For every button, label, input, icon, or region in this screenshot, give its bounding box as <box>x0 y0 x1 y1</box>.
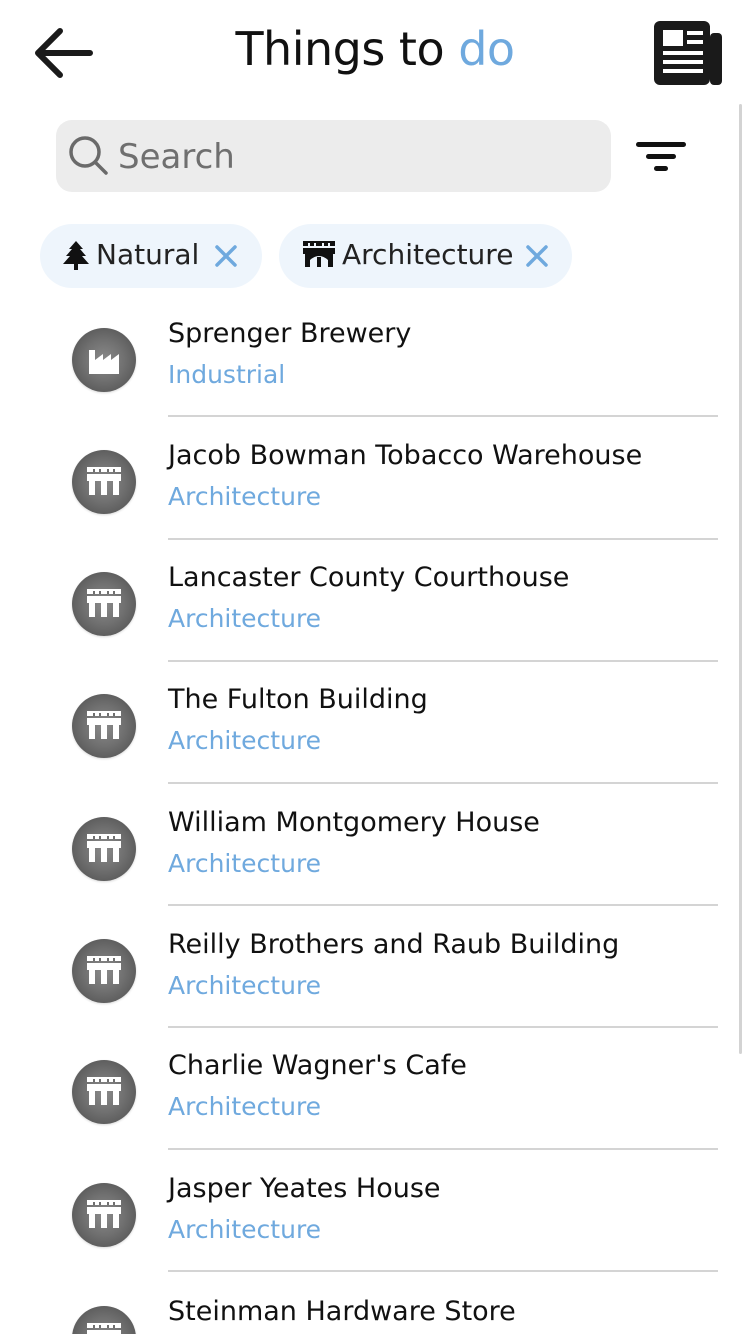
filter-icon <box>636 142 686 171</box>
title-accent-text: do <box>458 22 515 76</box>
tree-icon <box>63 241 89 270</box>
list-item[interactable]: William Montgomery House Architecture <box>0 789 750 911</box>
avatar <box>72 694 136 758</box>
item-name: Charlie Wagner's Cafe <box>168 1050 467 1081</box>
item-category: Architecture <box>168 849 322 878</box>
filter-chip-label: Architecture <box>342 238 514 271</box>
close-icon[interactable] <box>525 244 549 268</box>
item-name: Jasper Yeates House <box>168 1173 441 1204</box>
item-name: Reilly Brothers and Raub Building <box>168 929 620 960</box>
item-category: Architecture <box>168 726 322 755</box>
page-title: Things to do <box>0 22 750 76</box>
list-item[interactable]: Sprenger Brewery Industrial <box>0 300 750 422</box>
list-item[interactable]: Jasper Yeates House Architecture <box>0 1155 750 1277</box>
filter-chip-natural[interactable]: Natural <box>40 224 262 288</box>
avatar <box>72 817 136 881</box>
avatar <box>72 572 136 636</box>
divider <box>168 904 718 906</box>
bridge-icon <box>87 467 121 495</box>
close-icon[interactable] <box>214 244 238 268</box>
list-item[interactable]: Jacob Bowman Tobacco Warehouse Architect… <box>0 422 750 544</box>
header: Things to do <box>0 0 750 106</box>
list-item[interactable]: Steinman Hardware Store <box>0 1278 750 1334</box>
divider <box>168 538 718 540</box>
bridge-icon <box>87 1200 121 1228</box>
filter-button[interactable] <box>632 136 690 178</box>
bridge-icon <box>87 711 121 739</box>
bridge-icon <box>87 834 121 862</box>
title-text: Things to <box>235 22 459 76</box>
things-to-do-screen: Things to do Search Natural Architecture… <box>0 0 750 1334</box>
divider <box>168 782 718 784</box>
avatar <box>72 1060 136 1124</box>
divider <box>168 415 718 417</box>
item-category: Industrial <box>168 360 286 389</box>
bridge-icon <box>87 589 121 617</box>
item-name: Steinman Hardware Store <box>168 1296 516 1327</box>
item-category: Architecture <box>168 482 322 511</box>
item-name: William Montgomery House <box>168 807 540 838</box>
item-name: Lancaster County Courthouse <box>168 562 570 593</box>
newspaper-icon <box>654 21 722 85</box>
avatar <box>72 328 136 392</box>
list-item[interactable]: The Fulton Building Architecture <box>0 666 750 788</box>
item-category: Architecture <box>168 971 322 1000</box>
list-item[interactable]: Charlie Wagner's Cafe Architecture <box>0 1032 750 1154</box>
list-item[interactable]: Reilly Brothers and Raub Building Archit… <box>0 911 750 1033</box>
search-input[interactable] <box>116 120 600 194</box>
bridge-icon <box>87 1077 121 1105</box>
divider <box>168 1026 718 1028</box>
bridge-icon <box>87 1323 121 1334</box>
avatar <box>72 450 136 514</box>
divider <box>168 1148 718 1150</box>
avatar <box>72 1183 136 1247</box>
search-bar[interactable] <box>56 120 611 194</box>
avatar <box>72 939 136 1003</box>
item-category: Architecture <box>168 1215 322 1244</box>
factory-icon <box>89 350 119 374</box>
search-icon <box>69 136 108 175</box>
filter-chip-architecture[interactable]: Architecture <box>279 224 572 288</box>
news-button[interactable] <box>652 19 726 87</box>
item-name: Sprenger Brewery <box>168 318 412 349</box>
avatar <box>72 1306 136 1334</box>
divider <box>168 660 718 662</box>
divider <box>168 1270 718 1272</box>
bridge-icon <box>303 241 335 267</box>
list-item[interactable]: Lancaster County Courthouse Architecture <box>0 544 750 666</box>
item-category: Architecture <box>168 604 322 633</box>
bridge-icon <box>87 956 121 984</box>
filter-chip-label: Natural <box>96 238 200 271</box>
item-name: Jacob Bowman Tobacco Warehouse <box>168 440 643 471</box>
item-name: The Fulton Building <box>168 684 428 715</box>
item-category: Architecture <box>168 1092 322 1121</box>
